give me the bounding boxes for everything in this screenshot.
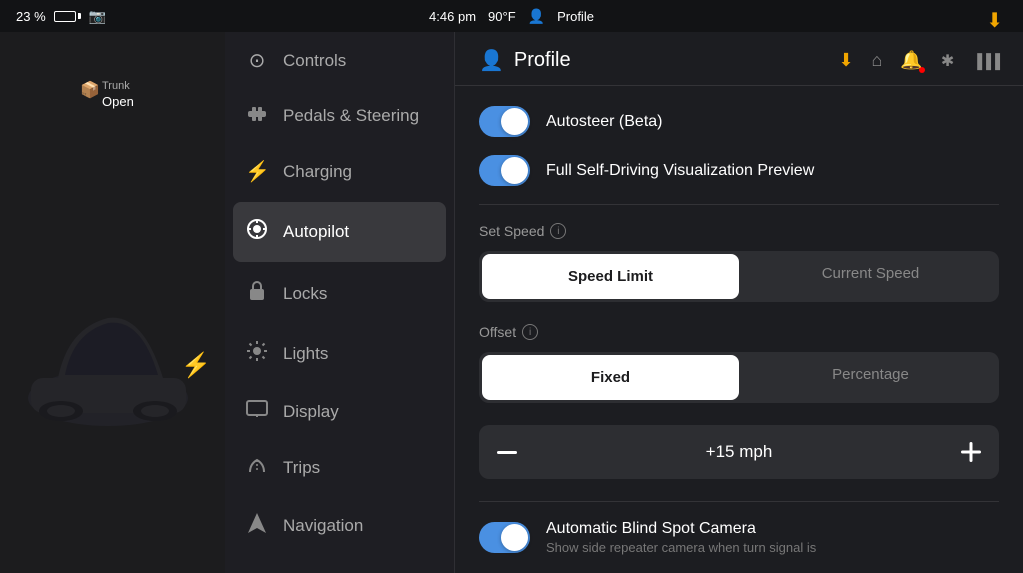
profile-title-text: Profile <box>514 49 571 72</box>
fsd-toggle[interactable] <box>479 155 530 186</box>
divider-2 <box>479 501 999 502</box>
status-left: 23 % 📷 <box>16 8 106 25</box>
autosteer-knob <box>501 108 528 135</box>
navigation-label: Navigation <box>283 516 363 536</box>
fsd-row: Full Self-Driving Visualization Preview <box>479 155 999 186</box>
pedals-icon <box>245 105 269 127</box>
speed-value-display: +15 mph <box>535 442 943 462</box>
locks-label: Locks <box>283 284 327 304</box>
set-speed-group: Speed Limit Current Speed <box>479 251 999 302</box>
profile-title-area: 👤 Profile <box>479 48 571 73</box>
sidebar-item-display[interactable]: Display <box>225 384 454 440</box>
car-panel: 📦 Trunk Open ⚡ <box>0 32 225 573</box>
blind-spot-label: Automatic Blind Spot Camera <box>546 520 999 538</box>
battery-body <box>54 11 76 22</box>
offset-title: Offset i <box>479 324 999 340</box>
car-svg: ⚡ <box>13 253 213 453</box>
display-icon <box>245 400 269 424</box>
fsd-label: Full Self-Driving Visualization Preview <box>546 162 999 180</box>
trips-label: Trips <box>283 458 320 478</box>
controls-icon: ⊙ <box>245 48 269 73</box>
autosteer-toggle[interactable] <box>479 106 530 137</box>
bluetooth-icon[interactable]: ✱ <box>941 51 954 71</box>
autopilot-label: Autopilot <box>283 222 349 242</box>
notification-dot <box>919 67 925 73</box>
svg-text:⚡: ⚡ <box>181 351 211 379</box>
main-content: 👤 Profile ⬇ ⌂ 🔔 ✱ ▐▐▐ Autosteer (Beta) <box>455 32 1023 573</box>
blind-spot-toggle[interactable] <box>479 522 530 553</box>
display-label: Display <box>283 402 339 422</box>
trips-icon <box>245 456 269 480</box>
set-speed-title: Set Speed i <box>479 223 999 239</box>
speed-limit-btn[interactable]: Speed Limit <box>482 254 739 299</box>
fixed-btn[interactable]: Fixed <box>482 355 739 400</box>
sidebar-item-lights[interactable]: Lights <box>225 324 454 384</box>
lights-label: Lights <box>283 344 328 364</box>
profile-icon: 👤 <box>528 8 545 25</box>
percentage-btn[interactable]: Percentage <box>742 352 999 403</box>
battery-percent: 23 % <box>16 9 46 24</box>
car-image-area: ⚡ <box>0 132 225 573</box>
trunk-icon: 📦 <box>80 80 100 100</box>
profile-header: 👤 Profile ⬇ ⌂ 🔔 ✱ ▐▐▐ <box>455 32 1023 86</box>
controls-label: Controls <box>283 51 346 71</box>
navigation-icon <box>245 512 269 540</box>
blind-spot-text-area: Automatic Blind Spot Camera Show side re… <box>546 520 999 555</box>
home-icon[interactable]: ⌂ <box>872 50 883 71</box>
download-icon[interactable]: ⬇ <box>838 50 853 71</box>
battery-cap <box>78 13 81 19</box>
charging-icon: ⚡ <box>245 159 269 184</box>
divider-1 <box>479 204 999 205</box>
set-speed-info-icon[interactable]: i <box>550 223 566 239</box>
set-speed-title-text: Set Speed <box>479 223 544 239</box>
blind-spot-row: Automatic Blind Spot Camera Show side re… <box>479 520 999 555</box>
status-bar: 23 % 📷 4:46 pm 90°F 👤 Profile <box>0 0 1023 32</box>
notification-icon-wrap: 🔔 <box>900 50 922 71</box>
current-speed-btn[interactable]: Current Speed <box>742 251 999 302</box>
signal-icon: ▐▐▐ <box>972 53 999 69</box>
sidebar-item-autopilot[interactable]: Autopilot <box>233 202 446 262</box>
pedals-label: Pedals & Steering <box>283 106 419 126</box>
offset-info-icon[interactable]: i <box>522 324 538 340</box>
profile-label[interactable]: Profile <box>557 9 594 24</box>
speed-plus-btn[interactable] <box>943 425 999 479</box>
temperature-display: 90°F <box>488 9 516 24</box>
profile-person-icon: 👤 <box>479 48 504 73</box>
top-download-icon[interactable]: ⬇ <box>986 8 1003 33</box>
autopilot-icon <box>245 218 269 246</box>
offset-title-text: Offset <box>479 324 516 340</box>
sidebar: ⊙ Controls Pedals & Steering ⚡ Charging <box>225 32 455 573</box>
camera-icon: 📷 <box>89 8 106 25</box>
locks-icon <box>245 280 269 308</box>
trunk-label: Trunk <box>102 80 130 92</box>
battery-icon <box>54 11 81 22</box>
autosteer-row: Autosteer (Beta) <box>479 106 999 137</box>
blind-spot-knob <box>501 524 528 551</box>
sidebar-item-navigation[interactable]: Navigation <box>225 496 454 556</box>
autosteer-label: Autosteer (Beta) <box>546 113 999 131</box>
lights-icon <box>245 340 269 368</box>
sidebar-item-controls[interactable]: ⊙ Controls <box>225 32 454 89</box>
profile-action-icons: ⬇ ⌂ 🔔 ✱ ▐▐▐ <box>838 50 999 71</box>
sidebar-item-pedals[interactable]: Pedals & Steering <box>225 89 454 143</box>
blind-spot-sublabel: Show side repeater camera when turn sign… <box>546 540 999 555</box>
sidebar-item-locks[interactable]: Locks <box>225 264 454 324</box>
charging-label: Charging <box>283 162 352 182</box>
fsd-knob <box>501 157 528 184</box>
speed-control: +15 mph <box>479 425 999 479</box>
status-center: 4:46 pm 90°F 👤 Profile <box>429 8 594 25</box>
sidebar-item-safety[interactable]: i Safety <box>225 556 454 573</box>
content-body: Autosteer (Beta) Full Self-Driving Visua… <box>455 86 1023 573</box>
sidebar-item-charging[interactable]: ⚡ Charging <box>225 143 454 200</box>
trunk-status: Open <box>102 94 134 109</box>
offset-group: Fixed Percentage <box>479 352 999 403</box>
speed-minus-btn[interactable] <box>479 425 535 479</box>
sidebar-item-trips[interactable]: Trips <box>225 440 454 496</box>
time-display: 4:46 pm <box>429 9 476 24</box>
